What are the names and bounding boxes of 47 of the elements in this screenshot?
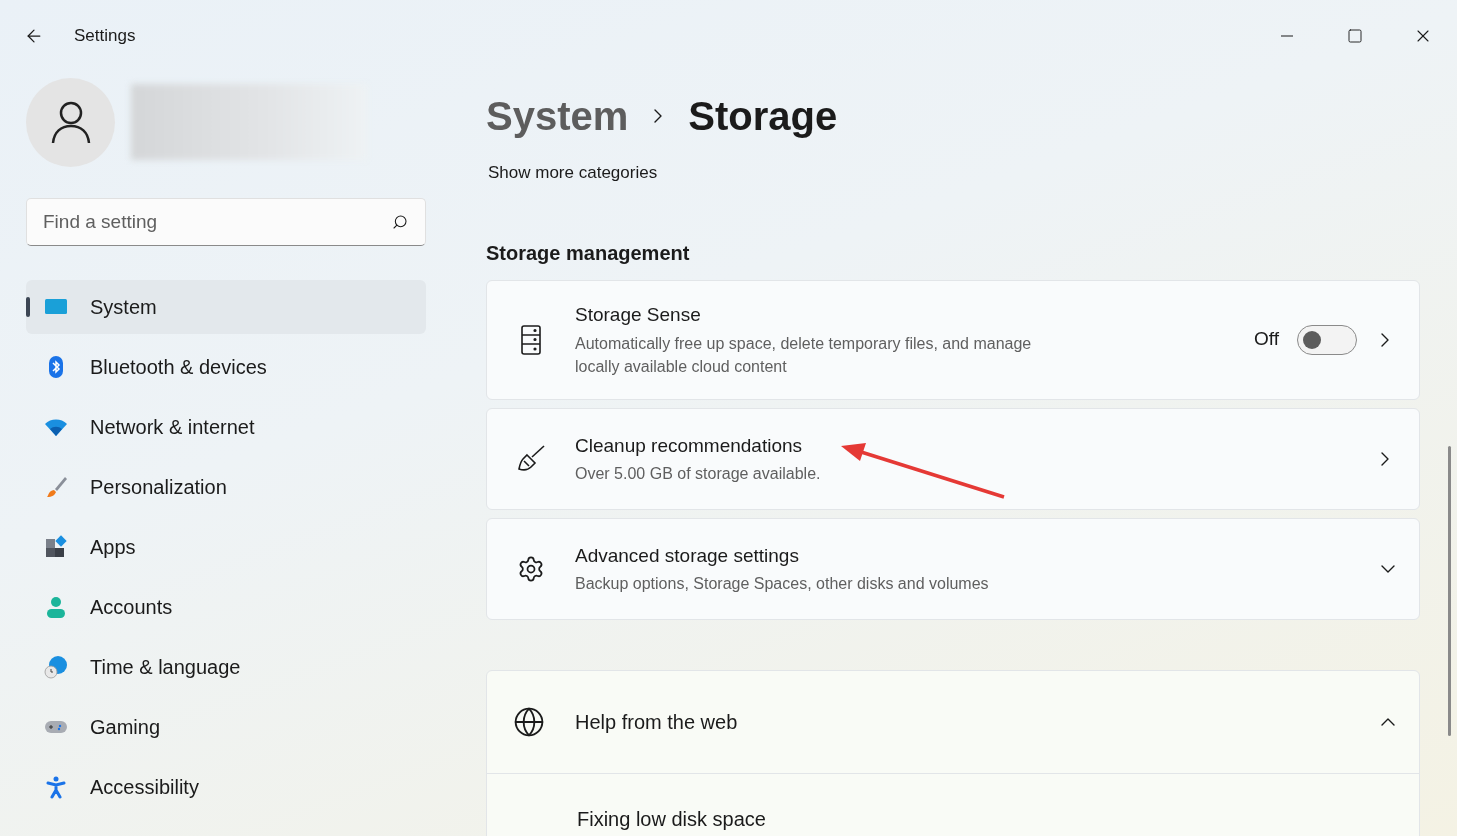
sidebar-item[interactable]: Apps (26, 520, 426, 574)
setting-description: Backup options, Storage Spaces, other disks and volumes (575, 574, 990, 595)
setting-description: Automatically free up space, delete temporary files, and manage locally available cloud content (575, 333, 1033, 377)
storage-drive-icon (519, 323, 543, 356)
sidebar-item[interactable]: Time & language (26, 640, 426, 694)
setting-card[interactable]: Advanced storage settings Backup options, Storage Spaces, other disks and volumes (486, 517, 1420, 620)
breadcrumb-parent[interactable]: System (486, 86, 629, 146)
search-field[interactable]: Find a setting (26, 198, 426, 246)
setting-title: Storage Sense (575, 303, 702, 328)
chevron-right-icon (1381, 451, 1389, 466)
toggle-switch[interactable] (1297, 324, 1357, 355)
selection-indicator (26, 297, 30, 317)
sidebar-item[interactable]: System (26, 280, 426, 334)
setting-description: Over 5.00 GB of storage available. (575, 464, 822, 485)
sidebar-item[interactable]: Accessibility (26, 760, 426, 814)
globe-icon (513, 705, 545, 738)
sidebar-item[interactable]: Gaming (26, 700, 426, 754)
setting-card[interactable]: Cleanup recommendations Over 5.00 GB of storage available. (486, 407, 1420, 510)
help-header[interactable]: Help from the web (487, 670, 1419, 774)
sidebar-item[interactable]: Bluetooth & devices (26, 340, 426, 394)
help-link[interactable]: Fixing low disk space (577, 803, 766, 834)
chevron-right-icon (1381, 332, 1389, 347)
apps-icon (44, 535, 68, 559)
window-title: Settings (74, 25, 136, 48)
gear-icon (517, 554, 545, 583)
toggle-state-label: Off (1254, 327, 1279, 352)
show-more-link[interactable]: Show more categories (488, 163, 658, 182)
person-icon (44, 595, 68, 619)
globe-clock-icon (44, 655, 68, 679)
help-title: Help from the web (575, 709, 739, 735)
setting-title: Advanced storage settings (575, 543, 800, 568)
setting-title: Cleanup recommendations (575, 433, 804, 458)
section-title: Storage management (486, 240, 691, 266)
setting-card[interactable]: Storage Sense Automatically free up space, delete temporary files, and manage locally available cloud content Off (486, 279, 1420, 400)
chevron-right-icon (654, 109, 663, 123)
sidebar-item[interactable]: Network & internet (26, 400, 426, 454)
toggle-thumb (1303, 330, 1321, 349)
search-icon (392, 214, 408, 230)
maximize-icon (1347, 28, 1363, 44)
sidebar-item[interactable]: Personalization (26, 460, 426, 514)
sidebar-item[interactable]: Accounts (26, 580, 426, 634)
scrollbar-thumb[interactable] (1448, 446, 1451, 736)
paintbrush-icon (44, 475, 68, 499)
accessibility-icon (44, 775, 68, 799)
minimize-icon (1281, 35, 1293, 37)
page-title: Storage (688, 93, 838, 140)
person-silhouette-icon (50, 100, 91, 144)
